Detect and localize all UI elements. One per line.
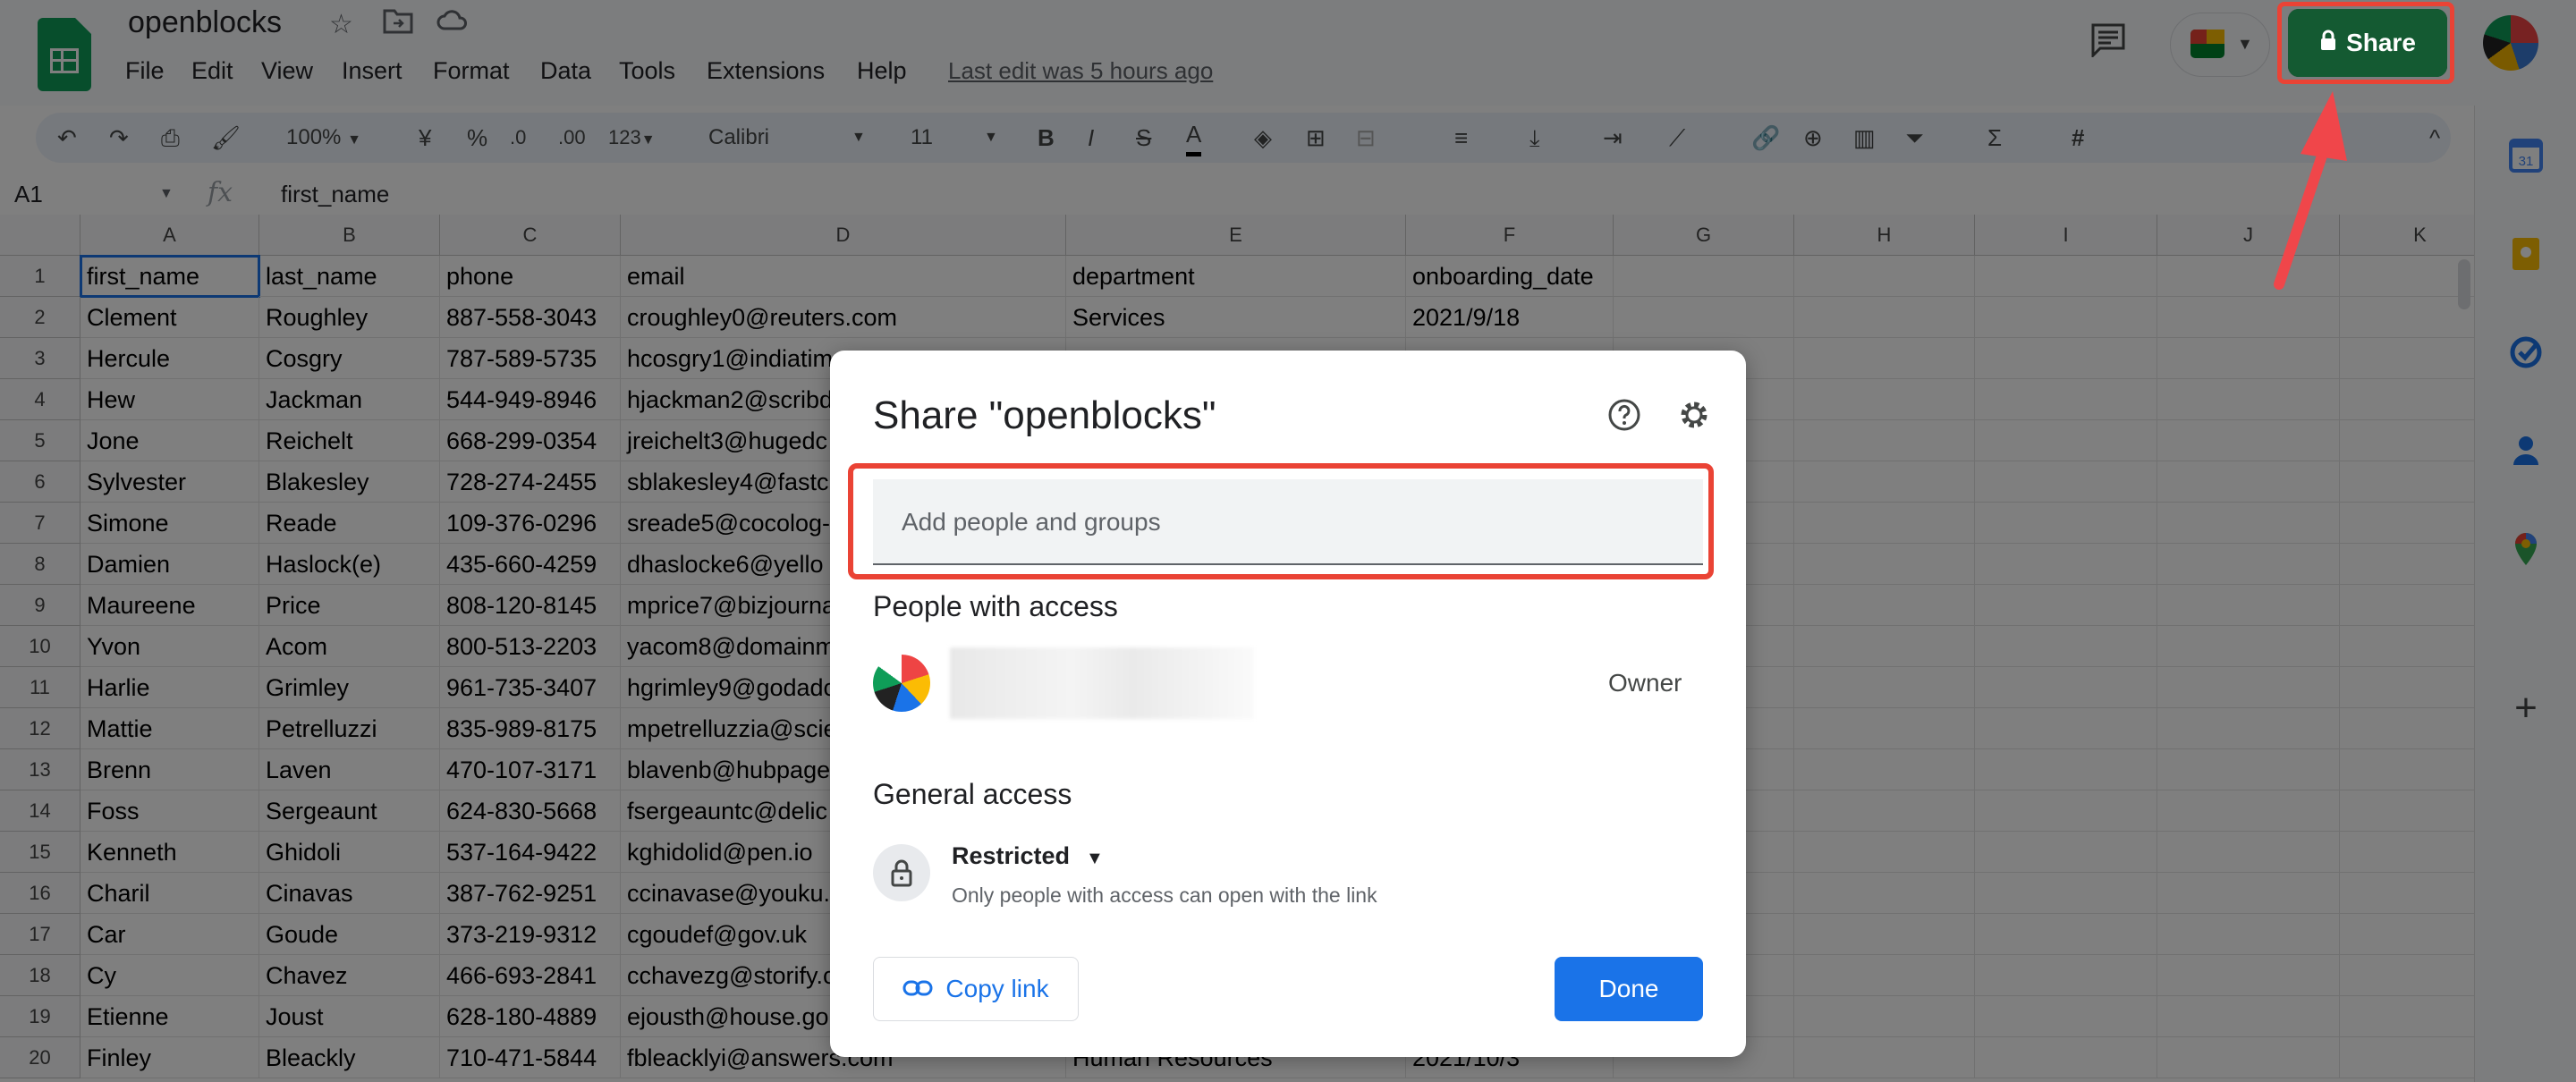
- copy-link-label: Copy link: [945, 975, 1049, 1002]
- general-access-heading: General access: [873, 778, 1072, 810]
- dialog-title: Share "openblocks": [873, 393, 1216, 437]
- access-level-label: Restricted: [952, 842, 1071, 869]
- share-button-highlighted[interactable]: Share: [2288, 9, 2447, 77]
- link-icon: [902, 975, 933, 1003]
- done-button[interactable]: Done: [1555, 957, 1703, 1021]
- help-icon[interactable]: [1606, 397, 1642, 437]
- highlight-box: [848, 463, 1714, 579]
- dropdown-arrow-icon: ▼: [1086, 849, 1104, 868]
- share-dialog: Share "openblocks" Add people and groups…: [830, 351, 1746, 1057]
- copy-link-button[interactable]: Copy link: [873, 957, 1079, 1021]
- redacted-owner-name: [950, 647, 1254, 719]
- owner-avatar: [873, 655, 930, 712]
- access-level-select[interactable]: Restricted ▼: [952, 842, 1104, 870]
- settings-gear-icon[interactable]: [1676, 397, 1712, 437]
- lock-icon: [873, 844, 930, 901]
- access-description: Only people with access can open with th…: [952, 883, 1377, 907]
- lock-icon: [2319, 29, 2337, 57]
- people-with-access-heading: People with access: [873, 590, 1118, 622]
- share-button-label: Share: [2346, 29, 2416, 56]
- owner-role-label: Owner: [1608, 669, 1682, 697]
